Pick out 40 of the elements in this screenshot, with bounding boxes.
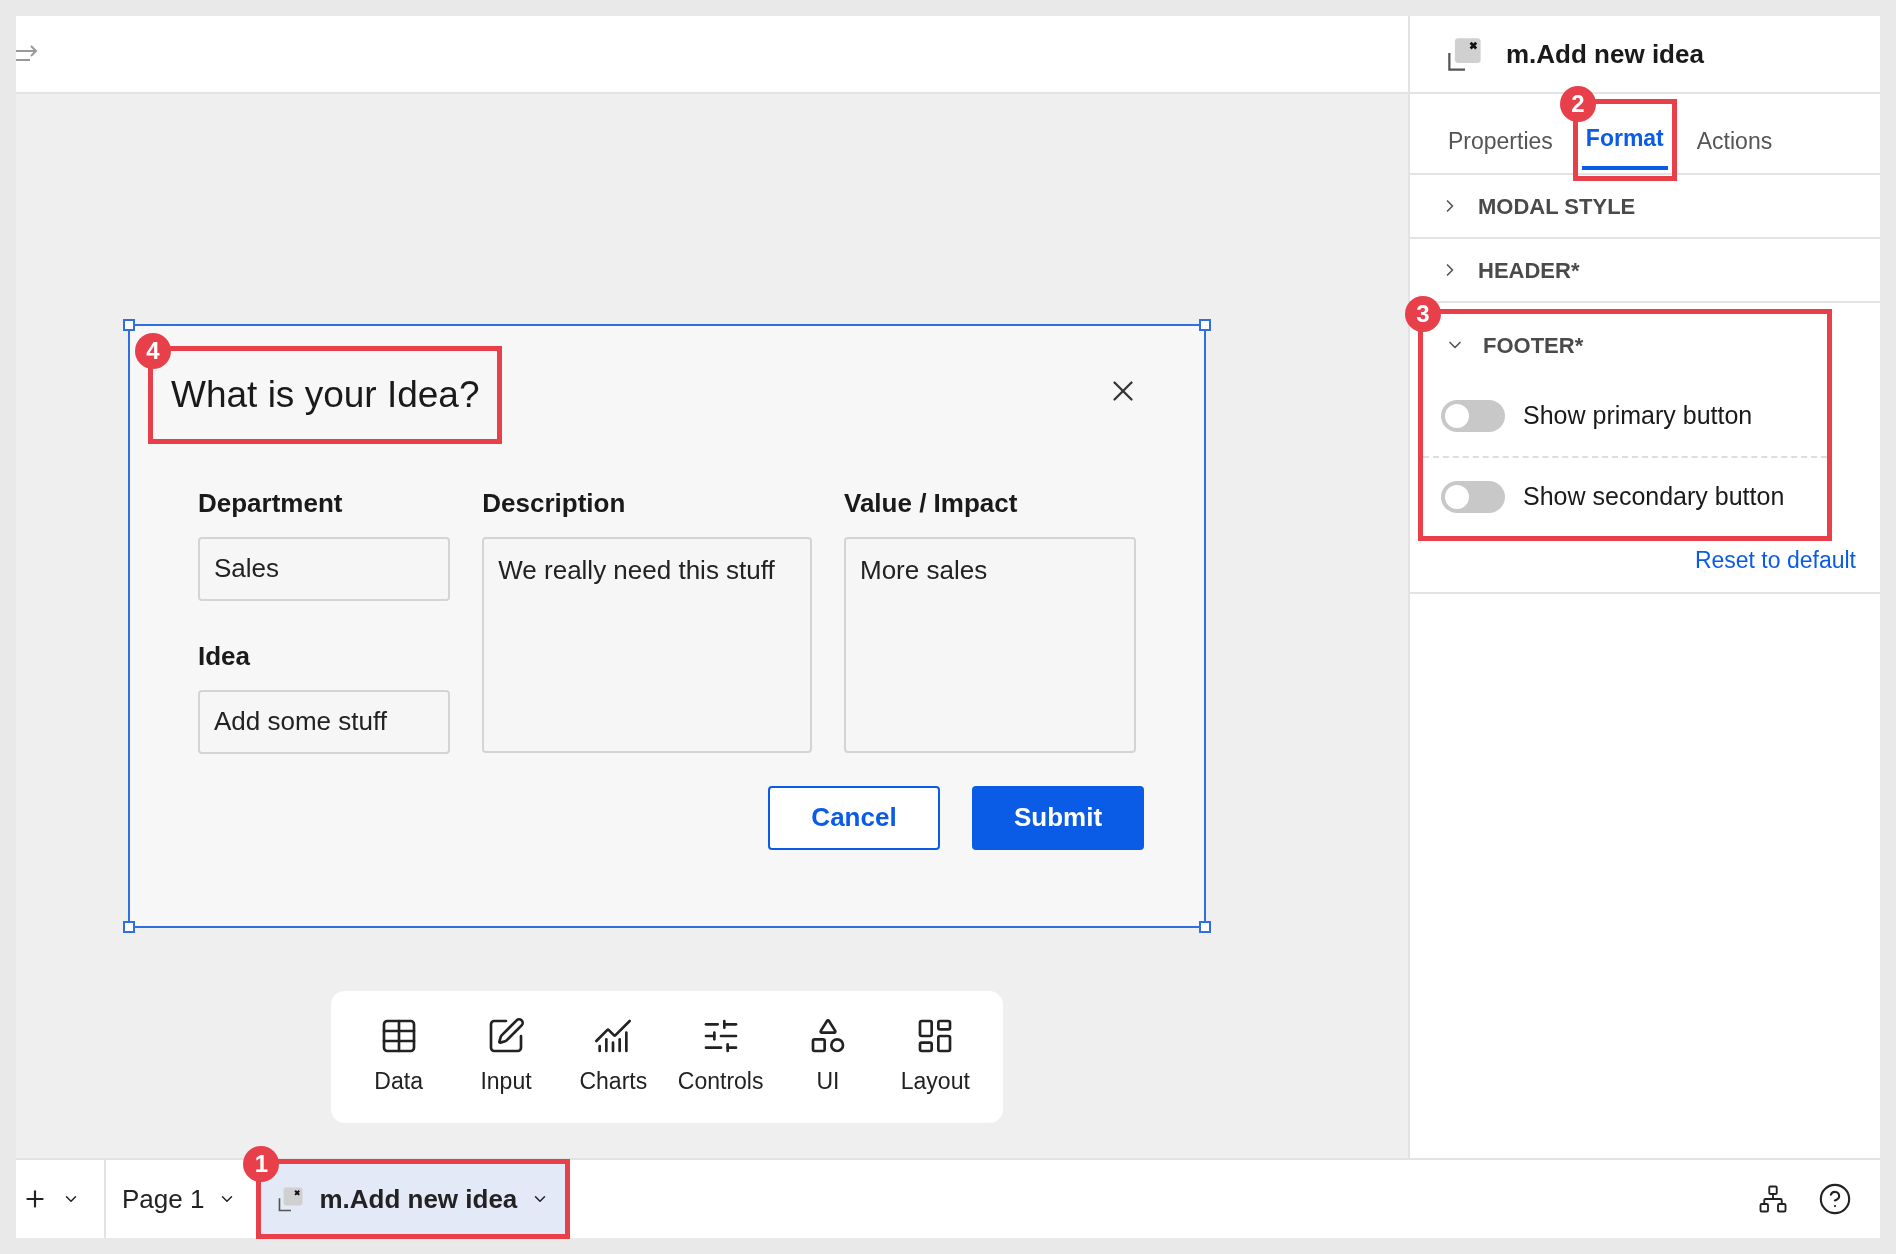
modal-dialog[interactable]: 4 What is your Idea? Department Sales Idea Add some stuff Description We really need this stuff Value / Impact More sales Cancel Submit — [128, 324, 1206, 928]
annotation-badge: 3 — [1405, 296, 1441, 332]
toolbar-button[interactable]: UI — [777, 1015, 878, 1099]
toggle-label: Show secondary button — [1523, 481, 1785, 513]
toggle-switch[interactable] — [1441, 481, 1505, 513]
input-field[interactable]: More sales — [844, 536, 1136, 753]
toolbar-button[interactable]: Charts — [563, 1015, 664, 1099]
section-header[interactable]: HEADER* — [1410, 239, 1880, 301]
cancel-button[interactable]: Cancel — [768, 785, 940, 850]
annotation-badge: 2 — [1559, 86, 1596, 122]
section-header[interactable]: MODAL STYLE — [1410, 175, 1880, 237]
annotation-badge: 4 — [135, 333, 171, 369]
help-icon[interactable] — [1818, 1182, 1852, 1216]
panel-title: m.Add new idea — [1506, 37, 1704, 71]
modal-icon — [277, 1185, 306, 1213]
input-field[interactable]: We really need this stuff — [482, 536, 812, 753]
modal-title: What is your Idea? — [171, 374, 480, 415]
resize-handle[interactable] — [123, 921, 135, 933]
resize-handle[interactable] — [1199, 921, 1211, 933]
field-label: Department — [198, 486, 344, 520]
toggle-switch[interactable] — [1441, 400, 1505, 432]
tree-icon[interactable] — [1758, 1184, 1788, 1214]
expand-icon[interactable] — [16, 45, 40, 63]
panel-tab[interactable]: Actions — [1692, 113, 1777, 173]
reset-link[interactable]: Reset to default — [1694, 543, 1856, 578]
field-label: Description — [482, 486, 627, 520]
toolbar-button[interactable]: Input — [456, 1015, 556, 1099]
resize-handle[interactable] — [123, 319, 135, 331]
toggle-label: Show primary button — [1523, 400, 1753, 432]
input-field[interactable]: Add some stuff — [198, 689, 451, 754]
panel-tab[interactable]: Properties — [1444, 113, 1557, 173]
toolbar-button[interactable]: Layout — [885, 1015, 986, 1099]
resize-handle[interactable] — [1199, 319, 1211, 331]
input-field[interactable]: Sales — [198, 536, 451, 601]
field-label: Value / Impact — [844, 486, 1019, 520]
modal-icon — [1446, 35, 1484, 73]
submit-button[interactable]: Submit — [972, 785, 1144, 850]
field-label: Idea — [198, 639, 252, 673]
toolbar-button[interactable]: Controls — [670, 1015, 771, 1099]
toolbar-button[interactable]: Data — [348, 1015, 449, 1099]
